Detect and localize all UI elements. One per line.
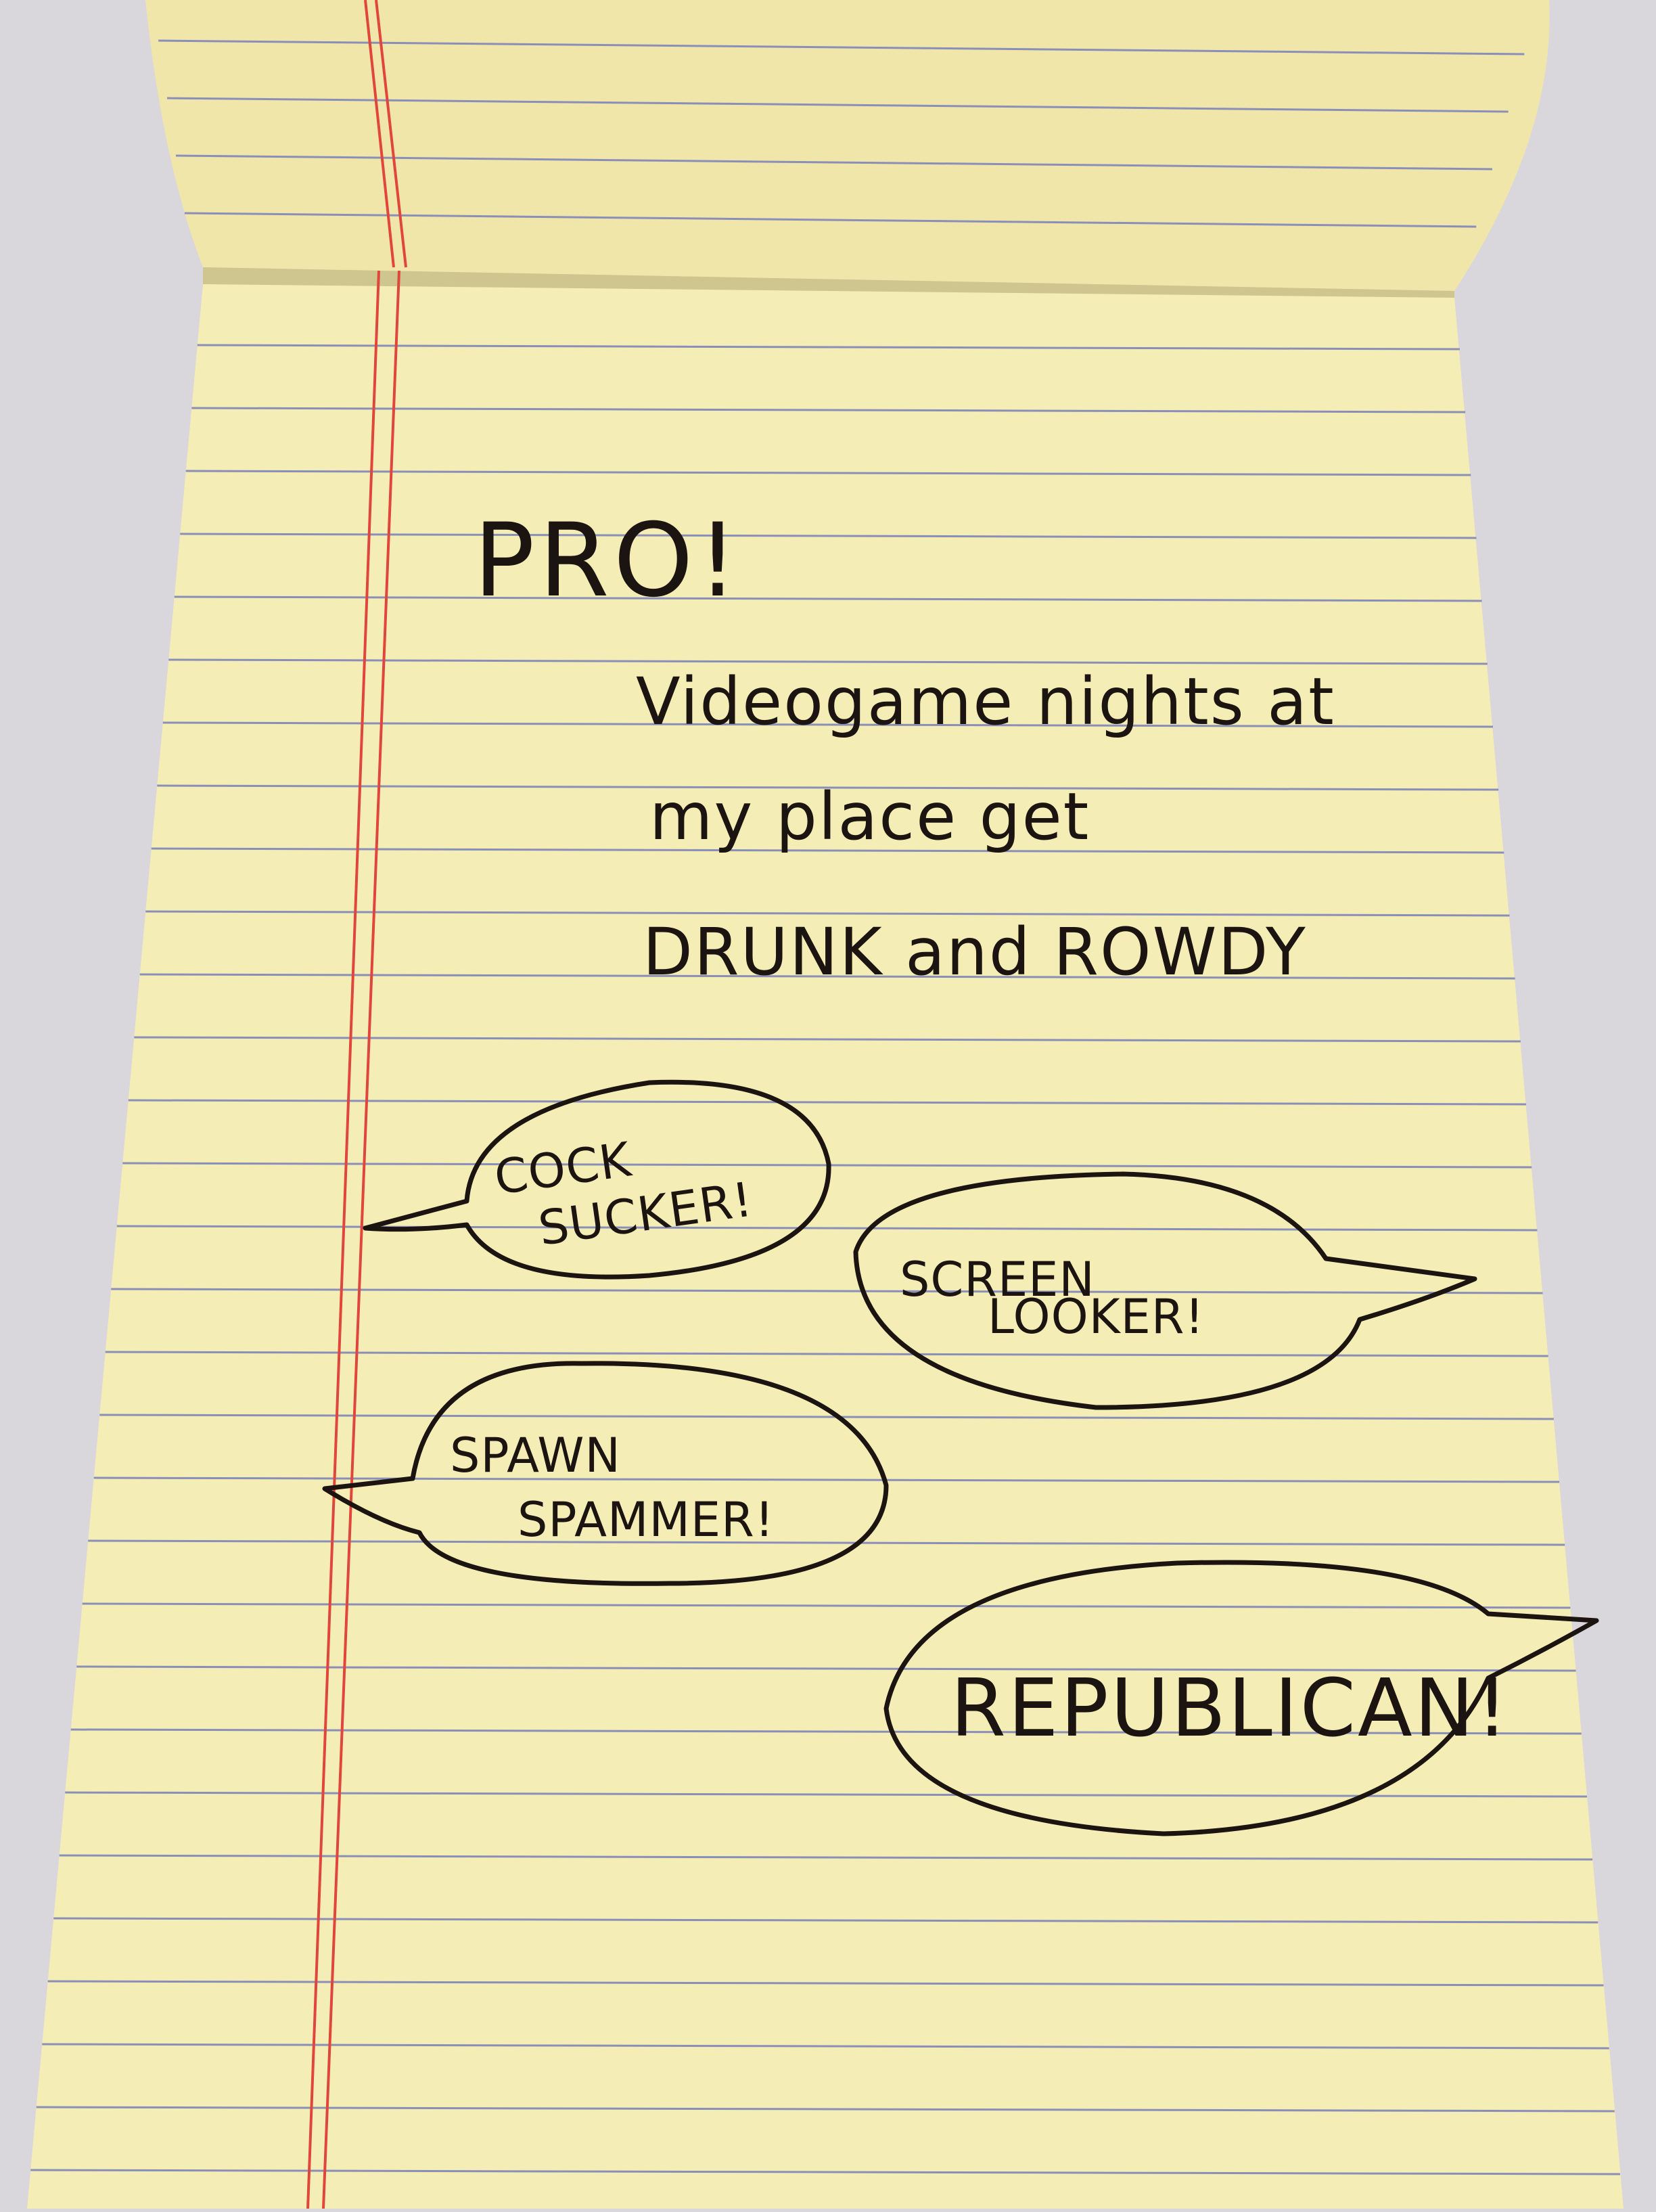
bubble-3-line-1: SPAWN	[450, 1428, 621, 1483]
bubble-3-line-2: SPAMMER!	[518, 1492, 775, 1548]
legal-pad-drawing: PRO! Videogame nights at my place get DR…	[0, 0, 1656, 2209]
note-heading: PRO!	[474, 502, 742, 620]
note-line-1: Videogame nights at	[636, 664, 1335, 740]
legal-pad-photo: PRO! Videogame nights at my place get DR…	[0, 0, 1656, 2209]
bubble-2-line-2: LOOKER!	[988, 1289, 1205, 1345]
note-line-3: DRUNK and ROWDY	[643, 914, 1307, 990]
bubble-4-line-1: REPUBLICAN!	[950, 1661, 1510, 1755]
folded-top-sheet	[145, 0, 1550, 291]
note-line-2: my place get	[649, 779, 1090, 855]
